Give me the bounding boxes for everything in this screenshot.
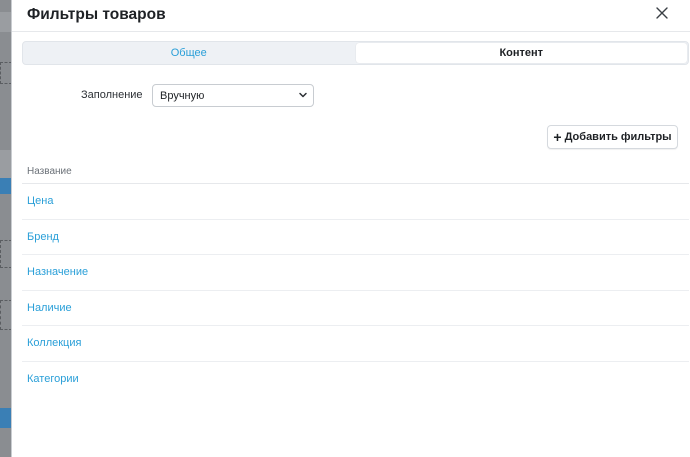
modal-header: Фильтры товаров bbox=[12, 0, 690, 32]
plus-icon: + bbox=[553, 129, 562, 145]
fill-label: Заполнение bbox=[81, 89, 143, 101]
fill-select-value: Вручную bbox=[160, 89, 205, 102]
close-button[interactable] bbox=[654, 5, 670, 21]
modal-title: Фильтры товаров bbox=[27, 6, 166, 23]
table-row: Назначение bbox=[22, 255, 689, 291]
table-row: Коллекция bbox=[22, 326, 689, 362]
table-row: Бренд bbox=[22, 220, 689, 255]
table-row: Наличие bbox=[22, 291, 689, 326]
close-icon bbox=[656, 7, 668, 19]
column-header-name: Название bbox=[22, 160, 689, 184]
fill-select[interactable]: Вручную bbox=[152, 84, 314, 107]
add-filters-button[interactable]: + Добавить фильтры bbox=[547, 125, 678, 149]
filter-link[interactable]: Категории bbox=[27, 373, 79, 385]
add-filters-label: Добавить фильтры bbox=[564, 131, 672, 143]
filters-table: Название Цена Бренд Назначение Наличие К… bbox=[22, 160, 689, 397]
filter-link[interactable]: Бренд bbox=[27, 231, 59, 243]
tab-bar: Общее Контент bbox=[22, 41, 689, 65]
filter-link[interactable]: Наличие bbox=[27, 302, 72, 314]
table-row: Цена bbox=[22, 184, 689, 220]
filter-link[interactable]: Коллекция bbox=[27, 337, 81, 349]
filter-link[interactable]: Назначение bbox=[27, 266, 88, 278]
tab-content[interactable]: Контент bbox=[355, 43, 687, 63]
table-row: Категории bbox=[22, 362, 689, 398]
filter-link[interactable]: Цена bbox=[27, 195, 53, 207]
product-filters-modal: Фильтры товаров Общее Контент Заполнение… bbox=[11, 0, 690, 457]
chevron-down-icon bbox=[299, 92, 307, 98]
tab-general[interactable]: Общее bbox=[23, 42, 355, 64]
